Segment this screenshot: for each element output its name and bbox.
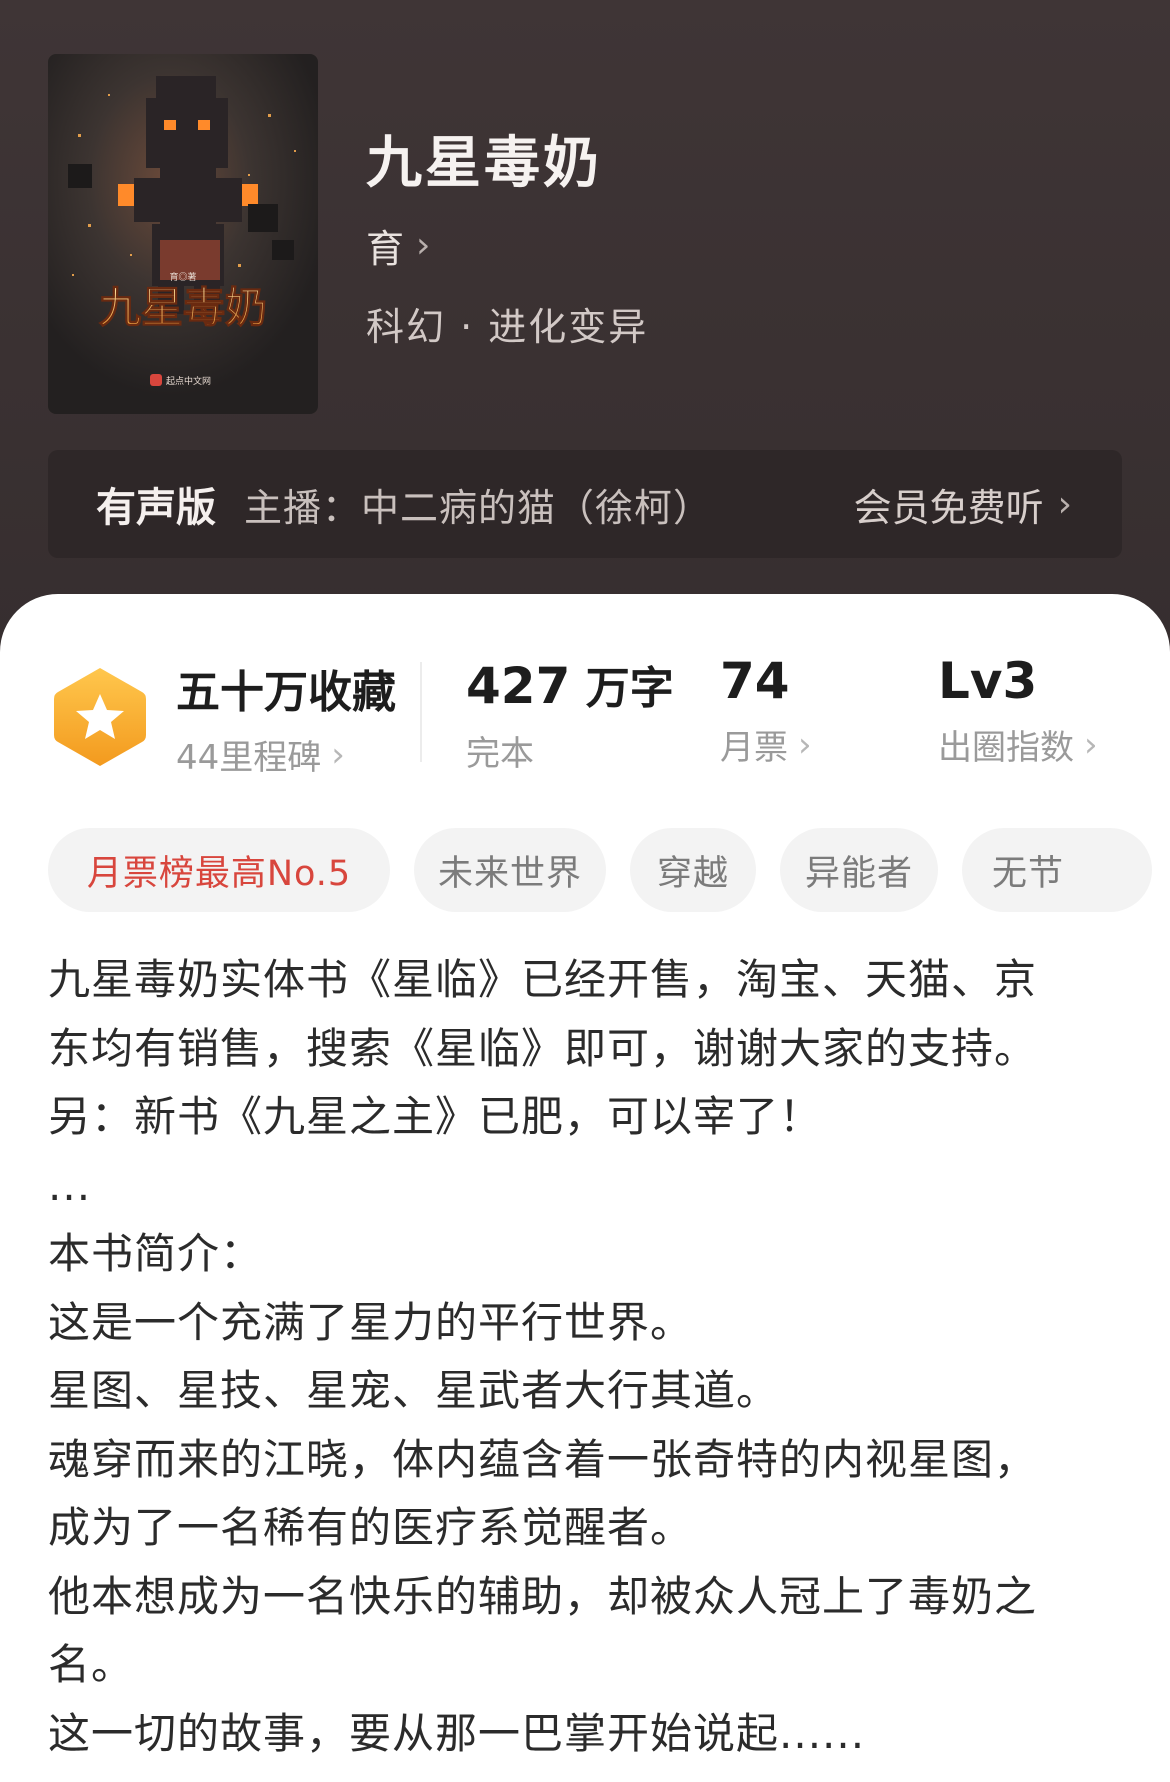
description-line: 本书简介：: [48, 1229, 264, 1278]
cover-author-text: 育◎著: [169, 271, 196, 282]
chevron-right-icon: ›: [798, 724, 812, 765]
tag-item[interactable]: 异能者: [780, 828, 938, 912]
level-value: Lv3: [938, 652, 1038, 710]
description-line: 这是一个充满了星力的平行世界。: [48, 1297, 694, 1347]
monthly-ticket-label: 月票: [720, 728, 788, 768]
tag-ranking[interactable]: 月票榜最高No.5: [48, 828, 390, 912]
chevron-right-icon: ›: [1057, 483, 1072, 525]
description-line: 他本想成为一名快乐的辅助，却被众人冠上了毒奶之: [48, 1571, 1038, 1621]
status-label: 完本: [466, 734, 534, 774]
description-line: 九星毒奶实体书《星临》已经开售，淘宝、天猫、京: [48, 955, 1038, 1004]
book-description[interactable]: 九星毒奶实体书《星临》已经开售，淘宝、天猫、京 东均有销售，搜索《星临》即可，谢…: [48, 946, 1138, 1768]
description-line: 这一切的故事，要从那一巴掌开始说起......: [48, 1708, 866, 1758]
star-hexagon-icon: [54, 668, 146, 766]
stat-collection[interactable]: 五十万收藏 44里程碑 ›: [176, 656, 396, 779]
description-line: 东均有销售，搜索《星临》即可，谢谢大家的支持。: [48, 1023, 1038, 1073]
audio-free-listen-button[interactable]: 会员免费听 ›: [854, 477, 1072, 532]
level-label: 出圈指数: [938, 728, 1074, 768]
book-cover[interactable]: 育◎著 九星毒奶 起点中文网: [48, 54, 318, 414]
description-line: 另：新书《九星之主》已肥，可以宰了！: [48, 1092, 823, 1141]
author-name: 育: [366, 227, 405, 271]
tag-item[interactable]: 无节: [962, 828, 1152, 912]
description-line: 星图、星技、星宠、星武者大行其道。: [48, 1366, 780, 1415]
stat-monthly-ticket[interactable]: 74 月票 ›: [720, 652, 812, 769]
milestone-label: 44里程碑: [176, 738, 322, 778]
word-count-unit: 万字: [585, 663, 674, 714]
collection-value: 五十万收藏: [176, 667, 396, 718]
description-line: ...: [48, 1160, 92, 1210]
book-header: 育◎著 九星毒奶 起点中文网 九星毒奶 育 › 科幻 · 进化变异 有声版 主播…: [0, 0, 1170, 660]
tag-item[interactable]: 穿越: [630, 828, 756, 912]
tag-item[interactable]: 未来世界: [414, 828, 606, 912]
chevron-right-icon: ›: [331, 734, 345, 775]
word-count-number: 427: [466, 657, 571, 715]
book-title: 九星毒奶: [366, 131, 602, 196]
description-line: 成为了一名稀有的医疗系觉醒者。: [48, 1503, 694, 1552]
chevron-right-icon: ›: [1084, 724, 1098, 765]
cover-title-text: 九星毒奶: [99, 284, 267, 331]
audio-tag: 有声版: [96, 485, 216, 531]
stat-popularity-level[interactable]: Lv3 出圈指数 ›: [938, 652, 1098, 769]
tag-list: 月票榜最高No.5 未来世界 穿越 异能者 无节: [48, 828, 1170, 914]
audio-host: 主播：中二病的猫（徐柯）: [244, 485, 713, 530]
description-line: 魂穿而来的江晓，体内蕴含着一张奇特的内视星图，: [48, 1434, 1038, 1484]
stat-divider: [420, 662, 422, 762]
book-genre: 科幻 · 进化变异: [366, 305, 649, 349]
audio-version-bar[interactable]: 有声版 主播：中二病的猫（徐柯） 会员免费听 ›: [48, 450, 1122, 558]
chevron-right-icon: ›: [416, 225, 431, 266]
cover-publisher-text: 起点中文网: [166, 375, 211, 386]
monthly-ticket-value: 74: [720, 652, 790, 710]
audio-cta-label: 会员免费听: [853, 485, 1044, 530]
cover-art: 育◎著 九星毒奶 起点中文网: [48, 54, 318, 414]
author-link[interactable]: 育 ›: [366, 218, 430, 273]
stat-word-count: 427 万字 完本: [466, 652, 674, 775]
description-line: 名。: [48, 1640, 135, 1689]
